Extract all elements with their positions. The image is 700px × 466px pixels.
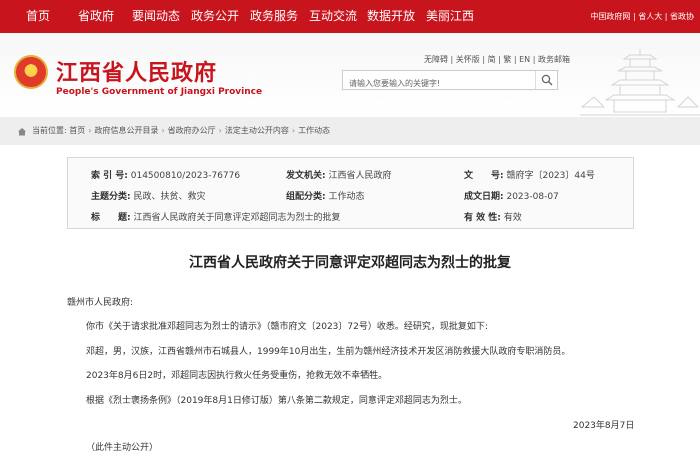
- tool-gov-mail[interactable]: 政务邮箱: [538, 55, 570, 64]
- search-icon: [541, 74, 553, 86]
- meta-validity-value: 有效: [503, 213, 522, 223]
- nav-item-beautiful-jiangxi[interactable]: 美丽江西: [426, 0, 474, 33]
- nav-item-open-data[interactable]: 数据开放: [367, 0, 415, 33]
- search-box: [342, 70, 558, 93]
- breadcrumb-item-disclosure-catalog[interactable]: 政府信息公开目录: [94, 126, 158, 135]
- tool-accessibility[interactable]: 无障碍: [424, 55, 448, 64]
- meta-docno-label: 文 号:: [464, 171, 504, 181]
- document-recipient: 赣州市人民政府:: [67, 298, 134, 308]
- nav-item-province-gov[interactable]: 省政府: [78, 0, 114, 33]
- meta-issuer-label: 发文机关:: [286, 171, 326, 181]
- tool-traditional[interactable]: 繁: [503, 55, 511, 64]
- site-header: ★ 江西省人民政府 People's Government of Jiangxi…: [0, 33, 700, 117]
- meta-index-value: 014500810/2023-76776: [130, 171, 241, 181]
- meta-category-value: 工作动态: [328, 192, 365, 202]
- tool-english[interactable]: EN: [519, 55, 530, 64]
- breadcrumb-item-statutory-disclosure[interactable]: 法定主动公开内容: [225, 126, 289, 135]
- meta-title-label: 标 题:: [91, 213, 131, 223]
- document-paragraph-4: 根据《烈士褒扬条例》（2019年8月1日修订版）第八条第二款规定，同意评定邓超同…: [86, 396, 467, 406]
- site-title[interactable]: 江西省人民政府: [56, 55, 217, 87]
- national-emblem-icon: ★: [14, 55, 48, 89]
- meta-index-label: 索 引 号:: [91, 171, 128, 181]
- search-input[interactable]: [343, 74, 533, 93]
- meta-category-label: 组配分类:: [286, 192, 326, 202]
- tool-simplified[interactable]: 简: [488, 55, 496, 64]
- breadcrumb-label: 当前位置:: [32, 126, 67, 135]
- meta-topic-label: 主题分类:: [91, 192, 131, 202]
- link-provincial-congress[interactable]: 省人大: [638, 12, 662, 21]
- meta-date-label: 成文日期:: [464, 192, 504, 202]
- meta-docno-value: 赣府字〔2023〕44号: [506, 171, 595, 181]
- breadcrumb-item-general-office[interactable]: 省政府办公厅: [168, 126, 216, 135]
- nav-item-gov-services[interactable]: 政务服务: [250, 0, 298, 33]
- meta-issuer-value: 江西省人民政府: [328, 171, 392, 181]
- link-provincial-cppcc[interactable]: 省政协: [670, 12, 694, 21]
- meta-topic-value: 民政、扶贫、救灾: [133, 192, 206, 202]
- meta-date-value: 2023-08-07: [506, 192, 559, 202]
- pagoda-illustration-icon: [580, 49, 700, 116]
- external-links: 中国政府网 | 省人大 | 省政协: [590, 12, 694, 21]
- nav-item-home[interactable]: 首页: [26, 0, 50, 33]
- document-paragraph-1: 你市《关于请求批准邓超同志为烈士的请示》（赣市府文〔2023〕72号）收悉。经研…: [86, 322, 488, 332]
- nav-item-interaction[interactable]: 互动交流: [309, 0, 357, 33]
- document-metadata-table: 索 引 号: 014500810/2023-76776 发文机关: 江西省人民政…: [67, 157, 634, 229]
- meta-title-value: 江西省人民政府关于同意评定邓超同志为烈士的批复: [133, 213, 341, 223]
- site-subtitle: People's Government of Jiangxi Province: [56, 87, 263, 97]
- document-paragraph-2: 邓超，男，汉族，江西省赣州市石城县人，1999年10月出生，生前为赣州经济技术开…: [86, 347, 571, 357]
- document-paragraph-3: 2023年8月6日2时，邓超同志因执行救火任务受重伤，抢救无效不幸牺牲。: [86, 371, 388, 381]
- top-navigation-bar: 首页 省政府 要闻动态 政务公开 政务服务 互动交流 数据开放 美丽江西 中国政…: [0, 0, 700, 33]
- accessibility-tools: 无障碍 | 关怀版 | 简 | 繁 | EN | 政务邮箱: [424, 55, 570, 64]
- meta-validity-label: 有 效 性:: [464, 213, 501, 223]
- breadcrumb: 当前位置: 首页 › 政府信息公开目录 › 省政府办公厅 › 法定主动公开内容 › 工作动态: [0, 117, 700, 145]
- link-china-gov[interactable]: 中国政府网: [590, 12, 630, 21]
- search-button[interactable]: [535, 71, 557, 89]
- tool-care-mode[interactable]: 关怀版: [456, 55, 480, 64]
- nav-item-gov-disclosure[interactable]: 政务公开: [191, 0, 239, 33]
- home-icon: [18, 128, 26, 136]
- document-title: 江西省人民政府关于同意评定邓超同志为烈士的批复: [189, 255, 511, 271]
- document-date: 2023年8月7日: [573, 421, 635, 431]
- breadcrumb-item-home[interactable]: 首页: [69, 126, 85, 135]
- breadcrumb-item-work-news[interactable]: 工作动态: [298, 126, 330, 135]
- nav-item-news[interactable]: 要闻动态: [132, 0, 180, 33]
- document-disclosure-note: （此件主动公开）: [86, 443, 159, 453]
